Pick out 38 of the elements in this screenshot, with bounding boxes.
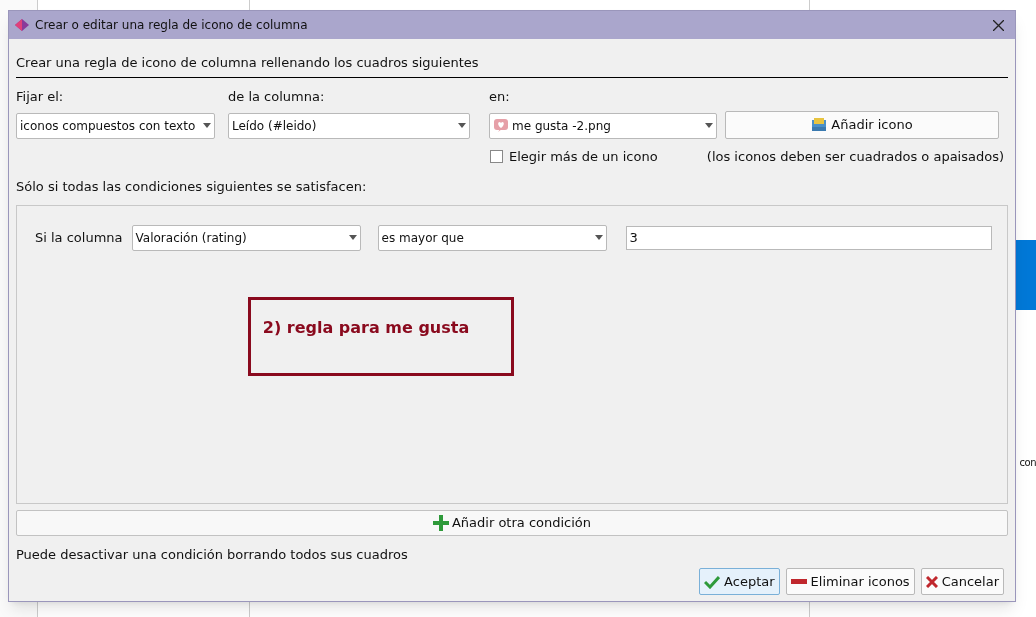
cancel-button[interactable]: Cancelar <box>920 568 1004 595</box>
minus-icon <box>790 579 807 584</box>
condition-label: Si la columna <box>35 228 123 247</box>
field-label: de la columna: <box>228 88 326 106</box>
intro-text: Crear una regla de icono de columna rellenando los cuadros siguientes <box>16 54 480 72</box>
add-icon-button[interactable]: Añadir icono <box>725 110 999 139</box>
checkbox-label[interactable]: Elegir más de un icono <box>509 146 707 166</box>
icon-hint: (los iconos deben ser cuadrados o apaisados) <box>706 147 1004 166</box>
annotation-text: 2) regla para me gusta <box>262 316 470 339</box>
caret-icon <box>458 123 466 128</box>
checkbox[interactable] <box>490 149 503 163</box>
image-icon <box>811 116 828 133</box>
dropdown[interactable]: me gusta -2.png <box>489 112 717 139</box>
accept-button[interactable]: Aceptar <box>699 568 780 595</box>
footer-note: Puede desactivar una condición borrando todos sus cuadros <box>16 545 409 564</box>
dropdown[interactable]: Valoración (rating) <box>131 224 361 251</box>
selection-highlight <box>1016 240 1036 310</box>
app-icon <box>15 19 29 31</box>
dropdown[interactable]: es mayor que <box>377 224 607 251</box>
close-icon <box>925 575 938 588</box>
caret-icon <box>203 123 211 128</box>
caret-icon <box>705 123 713 128</box>
value-field[interactable]: 3 <box>625 225 992 250</box>
table-cell-text: con <box>1019 456 1036 470</box>
caret-icon <box>594 235 603 240</box>
plus-icon <box>432 514 449 531</box>
checkmark-icon <box>704 574 721 589</box>
field-label: Fijar el: <box>16 88 65 106</box>
add-condition-button[interactable]: Añadir otra condición <box>16 509 1008 536</box>
field-label: en: <box>489 88 511 106</box>
dropdown[interactable]: Leído (#leido) <box>228 112 470 139</box>
dropdown[interactable]: iconos compuestos con texto <box>16 112 215 139</box>
heart-icon <box>493 117 509 134</box>
window-title: Crear o editar una regla de icono de columna <box>35 17 309 34</box>
conditions-label: Sólo si todas las condiciones siguientes se satisfacen: <box>16 178 368 196</box>
close-icon[interactable] <box>993 19 1004 31</box>
remove-button[interactable]: Eliminar iconos <box>785 568 915 595</box>
caret-icon <box>348 235 357 240</box>
